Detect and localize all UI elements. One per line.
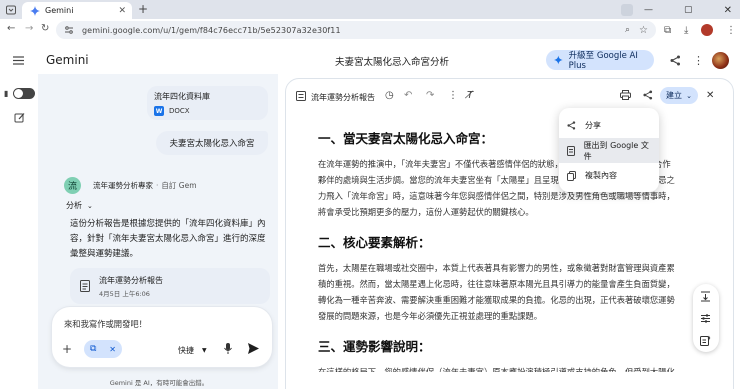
- url-text[interactable]: gemini.google.com/u/1/gem/f84c76ecc71b/5…: [82, 26, 625, 35]
- document-icon: [567, 145, 584, 156]
- main-menu-icon[interactable]: [13, 56, 24, 65]
- gem-tag: 自訂 Gem: [161, 181, 197, 190]
- bookmark-star-icon[interactable]: ☆: [639, 25, 648, 36]
- menu-item-copy-content[interactable]: 複製內容: [559, 163, 659, 188]
- browser-menu-icon[interactable]: ⋮: [726, 25, 736, 36]
- menu-item-share[interactable]: 分享: [559, 113, 659, 138]
- document-icon: [80, 280, 90, 292]
- forward-icon[interactable]: →: [25, 23, 33, 34]
- account-avatar[interactable]: [712, 52, 729, 69]
- gem-name: 流年運勢分析專家: [93, 181, 153, 190]
- print-icon[interactable]: [620, 90, 631, 100]
- menu-item-label: 分享: [585, 121, 601, 130]
- toolbar-right: ⧉ ⤓ ⋮: [664, 21, 736, 39]
- window-close-icon[interactable]: ✕: [724, 5, 732, 16]
- file-title: 流年四化資料庫: [154, 92, 210, 101]
- model-selector[interactable]: 快捷 ▼: [178, 345, 207, 356]
- canvas-share-icon[interactable]: [643, 90, 653, 100]
- new-tab-icon[interactable]: +: [138, 2, 148, 16]
- gem-separator: ·: [156, 181, 159, 190]
- prompt-input-box[interactable]: [52, 307, 272, 367]
- redo-icon[interactable]: ↷: [426, 90, 434, 101]
- restore-icon[interactable]: ▢: [684, 5, 693, 15]
- menu-item-label: 匯出到 Google 文件: [583, 140, 649, 161]
- docx-icon: W: [154, 106, 164, 116]
- theme-toggle[interactable]: [13, 88, 35, 99]
- upgrade-label: 升級至 Google AI Plus: [568, 51, 638, 71]
- copy-icon: [567, 170, 585, 181]
- canvas-close-icon[interactable]: ✕: [706, 90, 714, 101]
- gem-avatar: 流: [64, 177, 81, 194]
- back-icon[interactable]: ←: [7, 23, 15, 34]
- clear-formatting-icon[interactable]: T̸: [467, 90, 473, 101]
- menu-item-label: 複製內容: [585, 171, 617, 180]
- section-3-heading: 三、運勢影響說明：: [318, 339, 431, 354]
- version-history-icon[interactable]: ◷: [385, 90, 394, 101]
- canvas-tool-icon: ⧉: [90, 344, 97, 354]
- share-icon: [567, 121, 585, 130]
- share-menu: 分享 匯出到 Google 文件 複製內容: [559, 108, 659, 192]
- canvas-more-icon[interactable]: ⋮: [448, 90, 458, 101]
- suggest-edits-icon[interactable]: [700, 335, 711, 346]
- model-label: 快捷: [178, 346, 194, 355]
- tool-close-icon[interactable]: ✕: [109, 345, 116, 354]
- model-dropdown-icon: ▼: [202, 347, 207, 354]
- file-type: DOCX: [169, 107, 190, 115]
- more-options-icon[interactable]: ⋮: [693, 54, 704, 67]
- prompt-input[interactable]: 來和我寫作或開發吧！: [64, 318, 147, 330]
- file-meta: W DOCX: [154, 106, 261, 116]
- document-chip[interactable]: 流年運勢分析報告 4月5日 上午6:06: [70, 268, 270, 304]
- gem-header: 流年運勢分析專家 · 自訂 Gem: [93, 180, 197, 191]
- profile-avatar[interactable]: [701, 24, 714, 36]
- brand-title[interactable]: Gemini: [46, 53, 89, 67]
- analysis-toggle[interactable]: 分析 ⌄: [66, 200, 93, 211]
- canvas-bottom-cover: [286, 372, 733, 389]
- add-attachment-icon[interactable]: +: [62, 342, 72, 356]
- zoom-icon[interactable]: ⌕: [625, 25, 630, 35]
- tab-title: Gemini: [45, 6, 74, 15]
- address-bar[interactable]: gemini.google.com/u/1/gem/f84c76ecc71b/5…: [56, 21, 656, 39]
- microphone-icon[interactable]: [224, 343, 232, 354]
- create-chevron-icon: ⌄: [686, 91, 692, 100]
- uploaded-file-card[interactable]: 流年四化資料庫 W DOCX: [147, 86, 268, 120]
- document-chip-date: 4月5日 上午6:06: [99, 289, 150, 298]
- trash-icon[interactable]: ▮: [4, 89, 8, 98]
- site-info-icon[interactable]: [64, 25, 74, 35]
- browser-tab[interactable]: Gemini ✕: [22, 2, 132, 19]
- model-reply: 這份分析報告是根據您提供的「流年四化資料庫」內容，針對「流年夫妻宮太陽化忌入命宮…: [70, 219, 266, 259]
- section-2-body: 首先，太陽星在職場或社交圈中，本質上代表著具有影響力的男性，或象徵著對財富管理與…: [318, 263, 675, 321]
- create-button[interactable]: 建立 ⌄: [660, 87, 698, 104]
- send-icon[interactable]: [248, 343, 259, 354]
- sparkle-icon: [554, 55, 563, 65]
- tab-list-icon[interactable]: [621, 4, 633, 16]
- analysis-label: 分析: [66, 201, 82, 210]
- menu-item-export-google-docs[interactable]: 匯出到 Google 文件: [559, 138, 659, 163]
- disclaimer-text: Gemini 是 AI，有時可能會出錯。: [109, 379, 209, 387]
- share-chat-icon[interactable]: [670, 55, 681, 66]
- canvas-doc-icon: [296, 91, 306, 101]
- tab-close-icon[interactable]: ✕: [118, 6, 126, 16]
- create-label: 建立: [666, 91, 682, 100]
- chevron-down-icon: ⌄: [87, 201, 93, 210]
- user-message: 夫妻宮太陽化忌入命宮: [156, 131, 268, 155]
- new-chat-icon[interactable]: [14, 112, 25, 123]
- reload-icon[interactable]: ↻: [41, 23, 49, 34]
- section-2-heading: 二、核心要素解析：: [318, 235, 431, 250]
- canvas-doc-title: 流年運勢分析報告: [311, 93, 375, 102]
- active-tool-chip[interactable]: ⧉ ✕: [84, 340, 122, 358]
- chat-title: 夫妻宮太陽化忌入命宮分析: [335, 57, 450, 68]
- document-chip-title: 流年運勢分析報告: [99, 275, 163, 285]
- downloads-icon[interactable]: ⤓: [684, 25, 688, 36]
- toggle-knob: [14, 89, 23, 98]
- adjust-style-icon[interactable]: [700, 313, 711, 324]
- gemini-favicon: [30, 5, 40, 16]
- undo-icon[interactable]: ↶: [404, 90, 412, 101]
- upgrade-button[interactable]: 升級至 Google AI Plus: [546, 50, 654, 71]
- tab-search-icon[interactable]: [5, 4, 17, 16]
- extensions-icon[interactable]: ⧉: [664, 25, 671, 36]
- minimize-icon[interactable]: —: [644, 5, 653, 15]
- text-length-icon[interactable]: [700, 291, 711, 302]
- window-controls: — ▢ ✕: [640, 3, 736, 17]
